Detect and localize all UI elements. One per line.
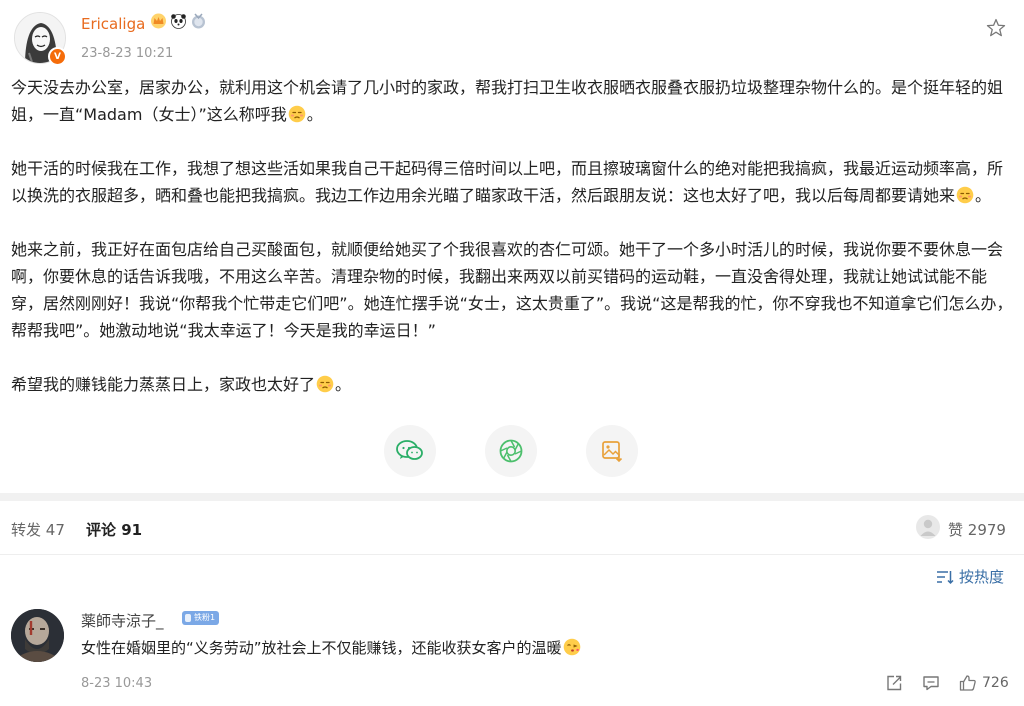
paragraph-text: 希望我的赚钱能力蒸蒸日上，家政也太好了 xyxy=(11,375,316,394)
tab-repost-count: 47 xyxy=(45,521,65,539)
sort-by-popularity-button[interactable]: 按热度 xyxy=(936,566,1004,587)
share-row xyxy=(384,425,638,477)
tab-likes-label: 赞 xyxy=(948,521,964,539)
tab-repost-label: 转发 xyxy=(11,521,42,539)
thumb-up-icon[interactable] xyxy=(959,674,977,692)
comment-text: 女性在婚姻里的“义务劳动”放社会上不仅能赚钱，还能收获女客户的温暖 xyxy=(81,639,562,657)
sad-face-emoji-icon xyxy=(956,186,974,204)
post-header: V Ericaliga 23-8-23 10:21 xyxy=(0,0,1024,74)
commenter-avatar-drawing xyxy=(11,609,64,662)
save-image-icon xyxy=(602,441,623,463)
wechat-icon xyxy=(396,440,423,460)
sad-face-emoji-icon xyxy=(288,105,306,123)
tab-likes[interactable]: 赞 2979 xyxy=(948,519,1006,540)
commenter-name[interactable]: 薬師寺涼子_ xyxy=(81,610,164,631)
post-paragraph: 希望我的赚钱能力蒸蒸日上，家政也太好了。 xyxy=(11,371,1014,398)
paragraph-tail: 。 xyxy=(306,105,323,124)
share-icon[interactable] xyxy=(885,674,903,692)
share-moments-button[interactable] xyxy=(485,425,537,477)
sad-face-emoji-icon xyxy=(316,375,334,393)
comment-body: 女性在婚姻里的“义务劳动”放社会上不仅能赚钱，还能收获女客户的温暖 xyxy=(81,637,582,658)
paragraph-text: 今天没去办公室，居家办公，就利用这个机会请了几小时的家政，帮我打扫卫生收衣服晒衣… xyxy=(11,78,1004,124)
paragraph-text: 她来之前，我正好在面包店给自己买酸面包，就顺便给她买了个我很喜欢的杏仁可颂。她干… xyxy=(11,240,1013,340)
commenter-avatar[interactable] xyxy=(11,609,64,662)
author-name[interactable]: Ericaliga xyxy=(81,15,145,33)
star-favorite-icon[interactable] xyxy=(985,17,1007,39)
tab-repost[interactable]: 转发 47 xyxy=(11,519,65,540)
comment-item: 薬師寺涼子_ 铁粉1 女性在婚姻里的“义务劳动”放社会上不仅能赚钱，还能收获女客… xyxy=(0,598,1024,706)
blush-kiss-emoji-icon xyxy=(563,638,580,656)
paragraph-text: 她干活的时候我在工作，我想了想这些活如果我自己干起码得三倍时间以上吧，而且擦玻璃… xyxy=(11,159,1004,205)
post-paragraph: 今天没去办公室，居家办公，就利用这个机会请了几小时的家政，帮我打扫卫生收衣服晒衣… xyxy=(11,74,1014,128)
comment-actions: 726 xyxy=(885,674,1009,692)
post-timestamp: 23-8-23 10:21 xyxy=(81,46,174,61)
post-content: 今天没去办公室，居家办公，就利用这个机会请了几小时的家政，帮我打扫卫生收衣服晒衣… xyxy=(11,74,1014,398)
sort-label: 按热度 xyxy=(959,568,1005,586)
paragraph-tail: 。 xyxy=(975,186,992,205)
save-image-button[interactable] xyxy=(586,425,638,477)
tab-comments-count: 91 xyxy=(121,521,143,539)
post-paragraph: 她干活的时候我在工作，我想了想这些活如果我自己干起码得三倍时间以上吧，而且擦玻璃… xyxy=(11,155,1014,209)
paragraph-tail: 。 xyxy=(335,375,352,394)
sort-lines-icon xyxy=(937,570,954,584)
interaction-tabs: 转发 47 评论 91 赞 2979 xyxy=(0,501,1024,555)
post-paragraph: 她来之前，我正好在面包店给自己买酸面包，就顺便给她买了个我很喜欢的杏仁可颂。她干… xyxy=(11,236,1014,344)
tab-comments[interactable]: 评论 91 xyxy=(86,519,142,540)
fan-level-badge[interactable]: 铁粉1 xyxy=(182,611,220,625)
reply-icon[interactable] xyxy=(922,674,940,692)
comment-like-count: 726 xyxy=(982,675,1009,691)
medal-icon[interactable] xyxy=(190,13,207,29)
moments-icon xyxy=(499,439,523,463)
tab-likes-count: 2979 xyxy=(967,521,1006,539)
panda-icon[interactable] xyxy=(170,13,187,29)
default-avatar-icon xyxy=(920,519,936,536)
author-badges xyxy=(150,13,207,29)
tab-comments-label: 评论 xyxy=(86,521,117,539)
crown-icon[interactable] xyxy=(150,13,167,29)
verified-badge: V xyxy=(48,47,67,66)
section-divider xyxy=(0,493,1024,501)
share-wechat-button[interactable] xyxy=(384,425,436,477)
liker-avatar xyxy=(916,515,940,539)
comment-timestamp: 8-23 10:43 xyxy=(81,676,153,691)
